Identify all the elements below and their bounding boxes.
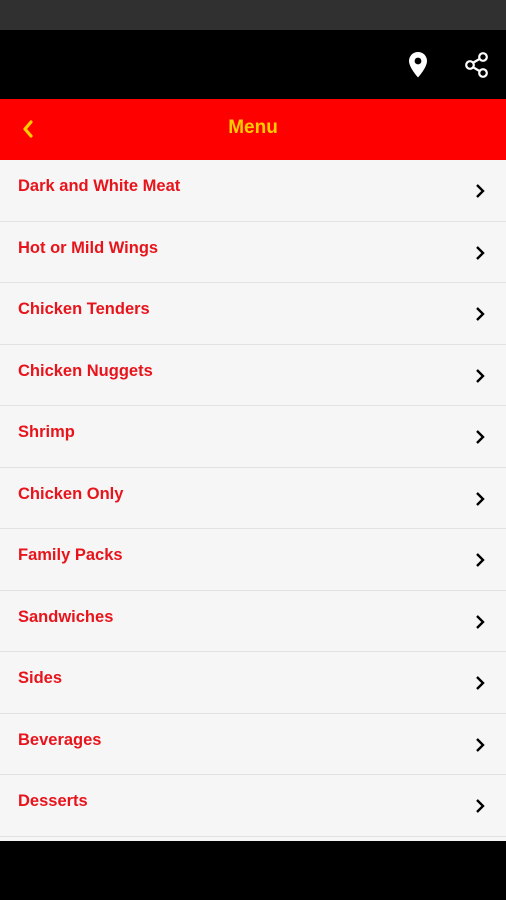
menu-item-chicken-only[interactable]: Chicken Only — [0, 468, 506, 529]
chevron-right-icon — [471, 487, 489, 511]
page-title: Menu — [228, 117, 278, 138]
back-button[interactable] — [14, 113, 42, 145]
location-button[interactable] — [402, 49, 434, 81]
chevron-right-icon — [471, 794, 489, 818]
title-bar: Menu — [0, 99, 506, 160]
menu-item-label: Sides — [18, 669, 63, 687]
menu-list: Dark and White Meat Hot or Mild Wings Ch… — [0, 160, 506, 841]
status-bar — [0, 0, 506, 30]
chevron-right-icon — [471, 241, 489, 265]
menu-item-sandwiches[interactable]: Sandwiches — [0, 591, 506, 652]
menu-item-label: Hot or Mild Wings — [18, 238, 159, 257]
chevron-right-icon — [471, 671, 489, 695]
menu-item-desserts[interactable]: Desserts — [0, 775, 506, 837]
menu-item-dark-and-white-meat[interactable]: Dark and White Meat — [0, 160, 506, 222]
chevron-right-icon — [471, 610, 489, 634]
share-button[interactable] — [461, 49, 493, 81]
chevron-right-icon — [471, 425, 489, 449]
chevron-left-icon — [23, 120, 33, 138]
menu-item-chicken-nuggets[interactable]: Chicken Nuggets — [0, 345, 506, 406]
chevron-right-icon — [471, 302, 489, 326]
chevron-right-icon — [471, 364, 489, 388]
menu-item-label: Chicken Nuggets — [18, 361, 153, 380]
menu-item-hot-or-mild-wings[interactable]: Hot or Mild Wings — [0, 222, 506, 283]
chevron-right-icon — [471, 733, 489, 757]
menu-item-sides[interactable]: Sides — [0, 652, 506, 714]
menu-item-label: Sandwiches — [18, 607, 114, 626]
menu-item-label: Beverages — [18, 730, 102, 749]
menu-item-label: Desserts — [18, 792, 88, 810]
menu-item-label: Chicken Only — [18, 484, 124, 503]
menu-item-chicken-tenders[interactable]: Chicken Tenders — [0, 283, 506, 345]
menu-item-label: Dark and White Meat — [18, 177, 181, 195]
menu-item-label: Shrimp — [18, 423, 75, 441]
menu-item-beverages[interactable]: Beverages — [0, 714, 506, 775]
map-pin-icon — [409, 51, 427, 77]
app-bar — [0, 30, 506, 99]
chevron-right-icon — [471, 179, 489, 203]
menu-item-shrimp[interactable]: Shrimp — [0, 406, 506, 468]
menu-item-label: Family Packs — [18, 546, 123, 564]
chevron-right-icon — [471, 548, 489, 572]
navigation-bar — [0, 841, 506, 900]
share-icon — [465, 51, 488, 78]
menu-item-family-packs[interactable]: Family Packs — [0, 529, 506, 591]
menu-item-label: Chicken Tenders — [18, 300, 150, 318]
